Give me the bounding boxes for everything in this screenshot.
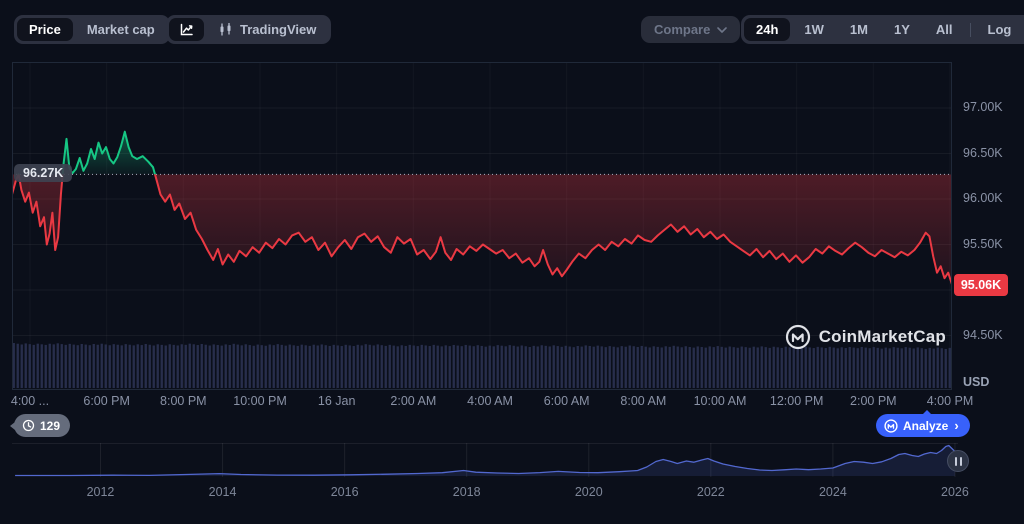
- x-tick-label: 4:00 PM: [927, 394, 974, 408]
- range-1m-button[interactable]: 1M: [838, 18, 880, 41]
- compare-dropdown[interactable]: Compare: [641, 16, 740, 43]
- range-24h-button[interactable]: 24h: [744, 18, 790, 41]
- metric-toggle-group: Price Market cap: [14, 15, 170, 44]
- bubble-tail: [922, 410, 932, 415]
- year-tick-label: 2016: [331, 485, 359, 499]
- x-tick-label: 2:00 AM: [390, 394, 436, 408]
- y-tick-label: 96.50K: [963, 146, 1003, 160]
- line-chart-icon: [179, 22, 194, 37]
- history-range-selector[interactable]: [12, 443, 958, 479]
- navigator-series: [15, 446, 955, 477]
- coinmarketcap-chart-panel: Price Market cap TradingView Compare: [0, 0, 1024, 524]
- clock-icon: [22, 419, 35, 432]
- year-tick-label: 2020: [575, 485, 603, 499]
- year-tick-label: 2018: [453, 485, 481, 499]
- log-scale-toggle[interactable]: Log: [976, 18, 1024, 41]
- year-tick-label: 2022: [697, 485, 725, 499]
- x-tick-label: 12:00 PM: [770, 394, 824, 408]
- open-price-label: 96.27K: [14, 164, 72, 182]
- range-handle[interactable]: [947, 450, 969, 472]
- analyze-label: Analyze: [903, 419, 948, 433]
- tradingview-label: TradingView: [240, 22, 316, 37]
- pause-handle-icon: [955, 457, 957, 466]
- currency-unit-label: USD: [963, 375, 989, 389]
- y-tick-label: 94.50K: [963, 328, 1003, 342]
- x-tick-label: 8:00 AM: [620, 394, 666, 408]
- line-chart-toggle[interactable]: [169, 18, 204, 41]
- price-series: [12, 132, 952, 285]
- range-toggle-group: 24h 1W 1M 1Y All Log: [741, 15, 1024, 44]
- x-tick-label: 4:00 AM: [467, 394, 513, 408]
- y-tick-label: 97.00K: [963, 100, 1003, 114]
- watermark-label: CoinMarketCap: [819, 327, 946, 347]
- price-tab[interactable]: Price: [17, 18, 73, 41]
- x-tick-label: 6:00 PM: [83, 394, 130, 408]
- x-tick-label: 16 Jan: [318, 394, 356, 408]
- range-all-button[interactable]: All: [924, 18, 965, 41]
- bubble-tail: [10, 422, 15, 430]
- history-count-badge[interactable]: 129: [14, 414, 70, 437]
- year-tick-label: 2012: [87, 485, 115, 499]
- range-1w-button[interactable]: 1W: [792, 18, 836, 41]
- watermark: CoinMarketCap: [785, 324, 946, 350]
- year-tick-label: 2014: [209, 485, 237, 499]
- x-tick-label: 6:00 AM: [544, 394, 590, 408]
- year-tick-label: 2026: [941, 485, 969, 499]
- x-tick-label: 8:00 PM: [160, 394, 207, 408]
- last-price-badge: 95.06K: [954, 274, 1008, 296]
- divider: [970, 23, 971, 37]
- chevron-down-icon: [717, 27, 727, 33]
- y-tick-label: 96.00K: [963, 191, 1003, 205]
- year-tick-label: 2024: [819, 485, 847, 499]
- range-1y-button[interactable]: 1Y: [882, 18, 922, 41]
- analyze-button[interactable]: Analyze ›: [876, 414, 970, 437]
- chevron-right-icon: ›: [954, 418, 958, 433]
- compare-label: Compare: [654, 22, 710, 37]
- coinmarketcap-logo-icon: [884, 419, 898, 433]
- history-count: 129: [40, 419, 60, 433]
- y-tick-label: 95.50K: [963, 237, 1003, 251]
- chart-type-toggle-group: TradingView: [166, 15, 331, 44]
- x-tick-label: 4:00 ...: [11, 394, 49, 408]
- x-tick-label: 10:00 AM: [694, 394, 747, 408]
- x-tick-label: 2:00 PM: [850, 394, 897, 408]
- coinmarketcap-logo-icon: [785, 324, 811, 350]
- market-cap-tab[interactable]: Market cap: [75, 18, 167, 41]
- x-tick-label: 10:00 PM: [233, 394, 287, 408]
- tradingview-toggle[interactable]: TradingView: [206, 18, 328, 41]
- candlestick-icon: [218, 22, 233, 37]
- pause-handle-icon: [960, 457, 962, 466]
